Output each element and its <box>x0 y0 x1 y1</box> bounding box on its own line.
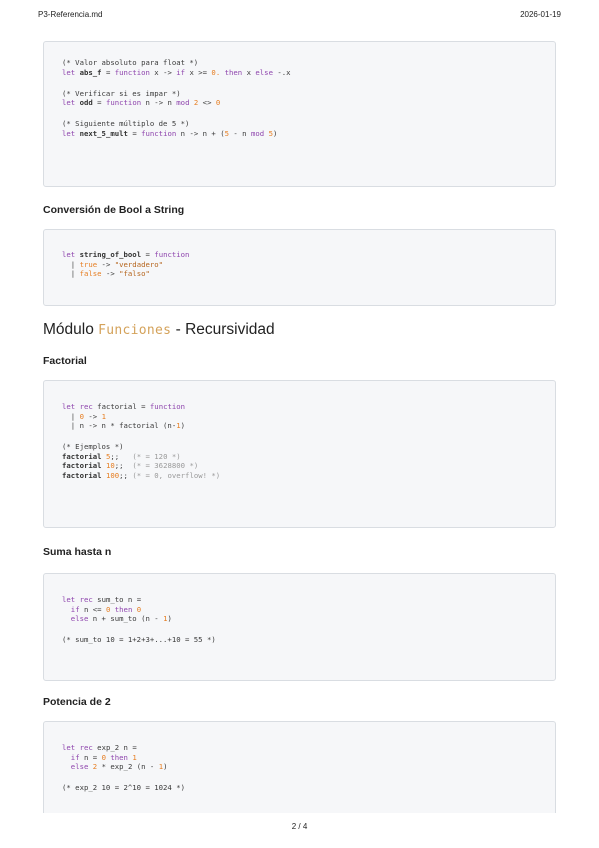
print-date: 2026-01-19 <box>520 10 561 19</box>
code-line: let string_of_bool = function <box>62 250 190 259</box>
code-block-float-odd-mult: (* Valor absoluto para float *) let abs_… <box>43 41 556 187</box>
code-comment: (* Ejemplos *) <box>62 442 124 452</box>
code-line: | 0 -> 1 <box>62 411 106 421</box>
string-literal: "falso" <box>119 269 150 279</box>
code-comment: (* exp_2 10 = 2^10 = 1024 *) <box>62 783 186 793</box>
code-comment: (* Verificar si es impar *) <box>62 88 181 98</box>
code-block-sum-to: let rec sum_to n = if n <= 0 then 0 else… <box>43 573 556 681</box>
code-comment: (* Siguiente múltiplo de 5 *) <box>62 119 190 129</box>
code-line: if n <= 0 then 0 <box>70 604 142 614</box>
code-line: factorial 100;; (* = 0, overflow! *) <box>62 471 221 481</box>
code-line: let odd = function n -> n mod 2 <> 0 <box>62 98 221 108</box>
code-line: let rec exp_2 n = <box>62 743 137 752</box>
module-title: Módulo Funciones - Recursividad <box>43 321 275 338</box>
section-title-bool: Conversión de Bool a String <box>43 204 185 216</box>
string-literal: "verdadero" <box>114 259 164 269</box>
section-title-sum: Suma hasta n <box>43 546 112 558</box>
code-line: | n -> n * factorial (n-1) <box>62 421 186 431</box>
section-title-factorial: Factorial <box>43 355 87 367</box>
code-line: else 2 * exp_2 (n - 1) <box>70 762 168 772</box>
section-title-exp: Potencia de 2 <box>43 696 111 708</box>
code-line: | true -> "verdadero" <box>62 259 164 269</box>
file-name: P3-Referencia.md <box>38 10 103 19</box>
code-block-factorial: let rec factorial = function | 0 -> 1 | … <box>43 380 556 528</box>
code-block-string-of-bool: let string_of_bool = function | true -> … <box>43 229 556 306</box>
code-line: let abs_f = function x -> if x >= 0. the… <box>62 67 291 77</box>
code-comment: (* sum_to 10 = 1+2+3+...+10 = 55 *) <box>62 635 216 645</box>
code-line: factorial 5;; (* = 120 *) <box>62 451 181 461</box>
code-line: let next_5_mult = function n -> n + (5 -… <box>62 128 278 138</box>
module-name: Funciones <box>98 323 172 338</box>
code-line: else n + sum_to (n - 1) <box>70 614 172 624</box>
code-line: let rec factorial = function <box>62 402 186 411</box>
page-number: 2 / 4 <box>291 822 308 831</box>
code-line: | false -> "falso" <box>62 269 150 279</box>
code-line: let rec sum_to n = <box>62 595 142 604</box>
code-block-exp-2: let rec exp_2 n = if n = 0 then 1 else 2… <box>43 721 556 813</box>
code-line: factorial 10;; (* = 3628800 *) <box>62 461 199 471</box>
code-line: if n = 0 then 1 <box>70 752 137 762</box>
code-comment: (* Valor absoluto para float *) <box>62 58 199 67</box>
page-header: P3-Referencia.md 2026-01-19 <box>38 10 561 22</box>
